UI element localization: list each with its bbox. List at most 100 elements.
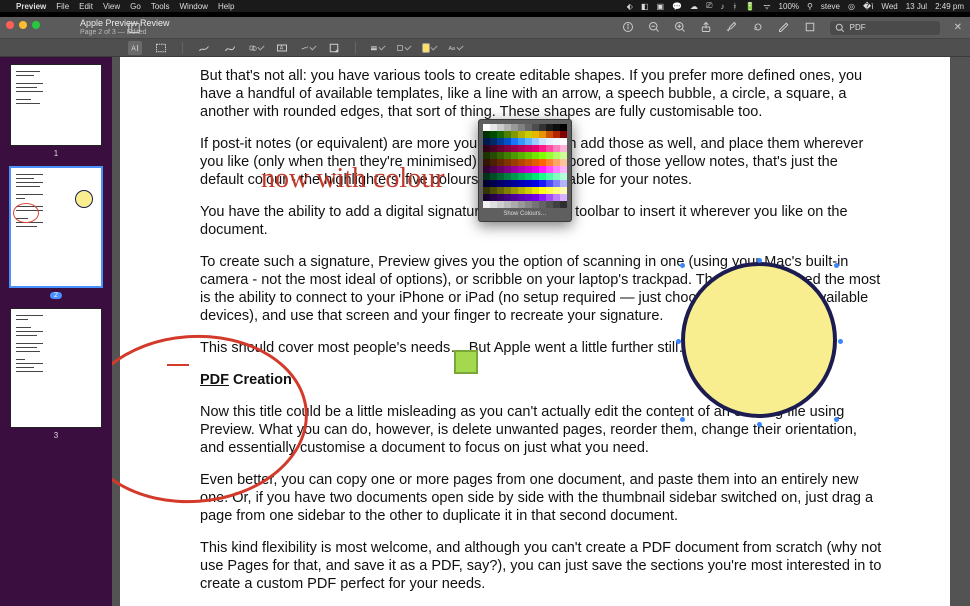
color-swatch[interactable] xyxy=(532,201,539,208)
color-swatch[interactable] xyxy=(490,194,497,201)
color-swatch[interactable] xyxy=(546,173,553,180)
selection-handle[interactable] xyxy=(680,417,685,422)
search-field[interactable] xyxy=(830,21,940,35)
color-swatch[interactable] xyxy=(483,180,490,187)
color-swatch[interactable] xyxy=(511,138,518,145)
handwriting-annotation[interactable]: now with colour xyxy=(261,163,445,195)
color-swatch[interactable] xyxy=(483,201,490,208)
color-swatch[interactable] xyxy=(539,201,546,208)
color-swatch[interactable] xyxy=(511,124,518,131)
selection-handle[interactable] xyxy=(834,417,839,422)
minimize-button[interactable] xyxy=(19,21,27,29)
color-swatch[interactable] xyxy=(511,194,518,201)
color-swatch[interactable] xyxy=(546,187,553,194)
color-swatch[interactable] xyxy=(497,180,504,187)
close-button[interactable] xyxy=(6,21,14,29)
color-swatch[interactable] xyxy=(553,166,560,173)
zoom-in-icon[interactable] xyxy=(674,21,686,35)
color-swatch[interactable] xyxy=(553,138,560,145)
color-swatch[interactable] xyxy=(546,201,553,208)
color-swatch[interactable] xyxy=(497,187,504,194)
color-swatch[interactable] xyxy=(560,194,567,201)
color-swatch[interactable] xyxy=(553,194,560,201)
color-swatch[interactable] xyxy=(553,187,560,194)
color-swatch[interactable] xyxy=(504,173,511,180)
crop-icon[interactable] xyxy=(804,21,816,35)
search-input[interactable] xyxy=(850,23,930,32)
zoom-out-icon[interactable] xyxy=(648,21,660,35)
color-swatch[interactable] xyxy=(546,180,553,187)
color-swatch[interactable] xyxy=(525,201,532,208)
color-swatch[interactable] xyxy=(553,159,560,166)
color-swatch[interactable] xyxy=(532,152,539,159)
color-swatch[interactable] xyxy=(504,145,511,152)
page-thumbnail[interactable]: ▬▬▬▬▬▬▬▬▬▬▬▬▬▬▬▬▬▬▬▬▬▬▬▬▬▬▬▬▬▬▬▬▬▬▬▬▬▬▬▬… xyxy=(11,65,101,145)
status-display-icon[interactable]: ⎚ xyxy=(706,1,712,11)
color-swatch[interactable] xyxy=(497,159,504,166)
color-swatch[interactable] xyxy=(511,173,518,180)
color-swatch[interactable] xyxy=(504,131,511,138)
color-swatch[interactable] xyxy=(490,187,497,194)
color-swatch[interactable] xyxy=(546,124,553,131)
text-select-tool[interactable]: A xyxy=(128,41,142,55)
color-swatch[interactable] xyxy=(525,166,532,173)
color-swatch[interactable] xyxy=(483,159,490,166)
color-swatch[interactable] xyxy=(560,187,567,194)
color-swatch[interactable] xyxy=(553,173,560,180)
menu-file[interactable]: File xyxy=(56,2,69,11)
color-swatch[interactable] xyxy=(532,145,539,152)
color-swatch[interactable] xyxy=(525,124,532,131)
color-swatch[interactable] xyxy=(532,194,539,201)
color-swatch[interactable] xyxy=(553,131,560,138)
color-swatch[interactable] xyxy=(560,159,567,166)
color-swatch[interactable] xyxy=(560,131,567,138)
status-user[interactable]: steve xyxy=(821,2,840,11)
color-swatch[interactable] xyxy=(511,152,518,159)
color-swatch[interactable] xyxy=(553,201,560,208)
sign-tool[interactable] xyxy=(301,41,315,55)
color-swatch[interactable] xyxy=(525,138,532,145)
color-swatch[interactable] xyxy=(504,124,511,131)
color-swatch[interactable] xyxy=(511,187,518,194)
color-swatch[interactable] xyxy=(560,166,567,173)
color-swatch[interactable] xyxy=(546,166,553,173)
color-swatch[interactable] xyxy=(504,180,511,187)
color-swatch[interactable] xyxy=(497,194,504,201)
status-controlcenter-icon[interactable]: �ì xyxy=(863,2,873,11)
color-swatch[interactable] xyxy=(483,173,490,180)
color-swatch[interactable] xyxy=(546,159,553,166)
color-swatch[interactable] xyxy=(504,194,511,201)
page-thumbnail[interactable]: ▬▬▬▬▬▬▬▬▬▬▬▬▬▬▬▬▬▬▬▬▬▬▬▬▬▬▬▬▬▬▬▬▬▬▬▬▬▬▬▬… xyxy=(11,309,101,427)
color-swatch[interactable] xyxy=(497,173,504,180)
color-swatch[interactable] xyxy=(546,152,553,159)
color-swatch[interactable] xyxy=(497,166,504,173)
color-swatch[interactable] xyxy=(525,159,532,166)
color-swatch[interactable] xyxy=(539,138,546,145)
text-tool[interactable]: A xyxy=(275,41,289,55)
color-swatch[interactable] xyxy=(560,145,567,152)
color-swatch[interactable] xyxy=(553,180,560,187)
color-swatch[interactable] xyxy=(525,145,532,152)
color-swatch[interactable] xyxy=(504,152,511,159)
selection-handle[interactable] xyxy=(676,339,681,344)
color-swatch[interactable] xyxy=(532,173,539,180)
status-audio-icon[interactable]: ♪ xyxy=(720,2,724,11)
color-swatch[interactable] xyxy=(483,152,490,159)
info-icon[interactable] xyxy=(622,21,634,35)
color-swatch[interactable] xyxy=(511,159,518,166)
color-swatch[interactable] xyxy=(532,166,539,173)
color-swatch[interactable] xyxy=(532,124,539,131)
color-swatch[interactable] xyxy=(518,131,525,138)
status-app-icon[interactable]: ◧ xyxy=(641,2,649,11)
color-swatch[interactable] xyxy=(490,166,497,173)
color-swatch[interactable] xyxy=(532,187,539,194)
share-icon[interactable] xyxy=(700,21,712,35)
draw-tool[interactable] xyxy=(223,41,237,55)
color-swatch[interactable] xyxy=(511,145,518,152)
border-color-tool[interactable] xyxy=(396,41,410,55)
menu-app[interactable]: Preview xyxy=(16,2,46,11)
color-swatch[interactable] xyxy=(511,201,518,208)
color-swatch[interactable] xyxy=(525,173,532,180)
color-swatch[interactable] xyxy=(483,124,490,131)
text-style-tool[interactable]: Aa xyxy=(448,41,462,55)
